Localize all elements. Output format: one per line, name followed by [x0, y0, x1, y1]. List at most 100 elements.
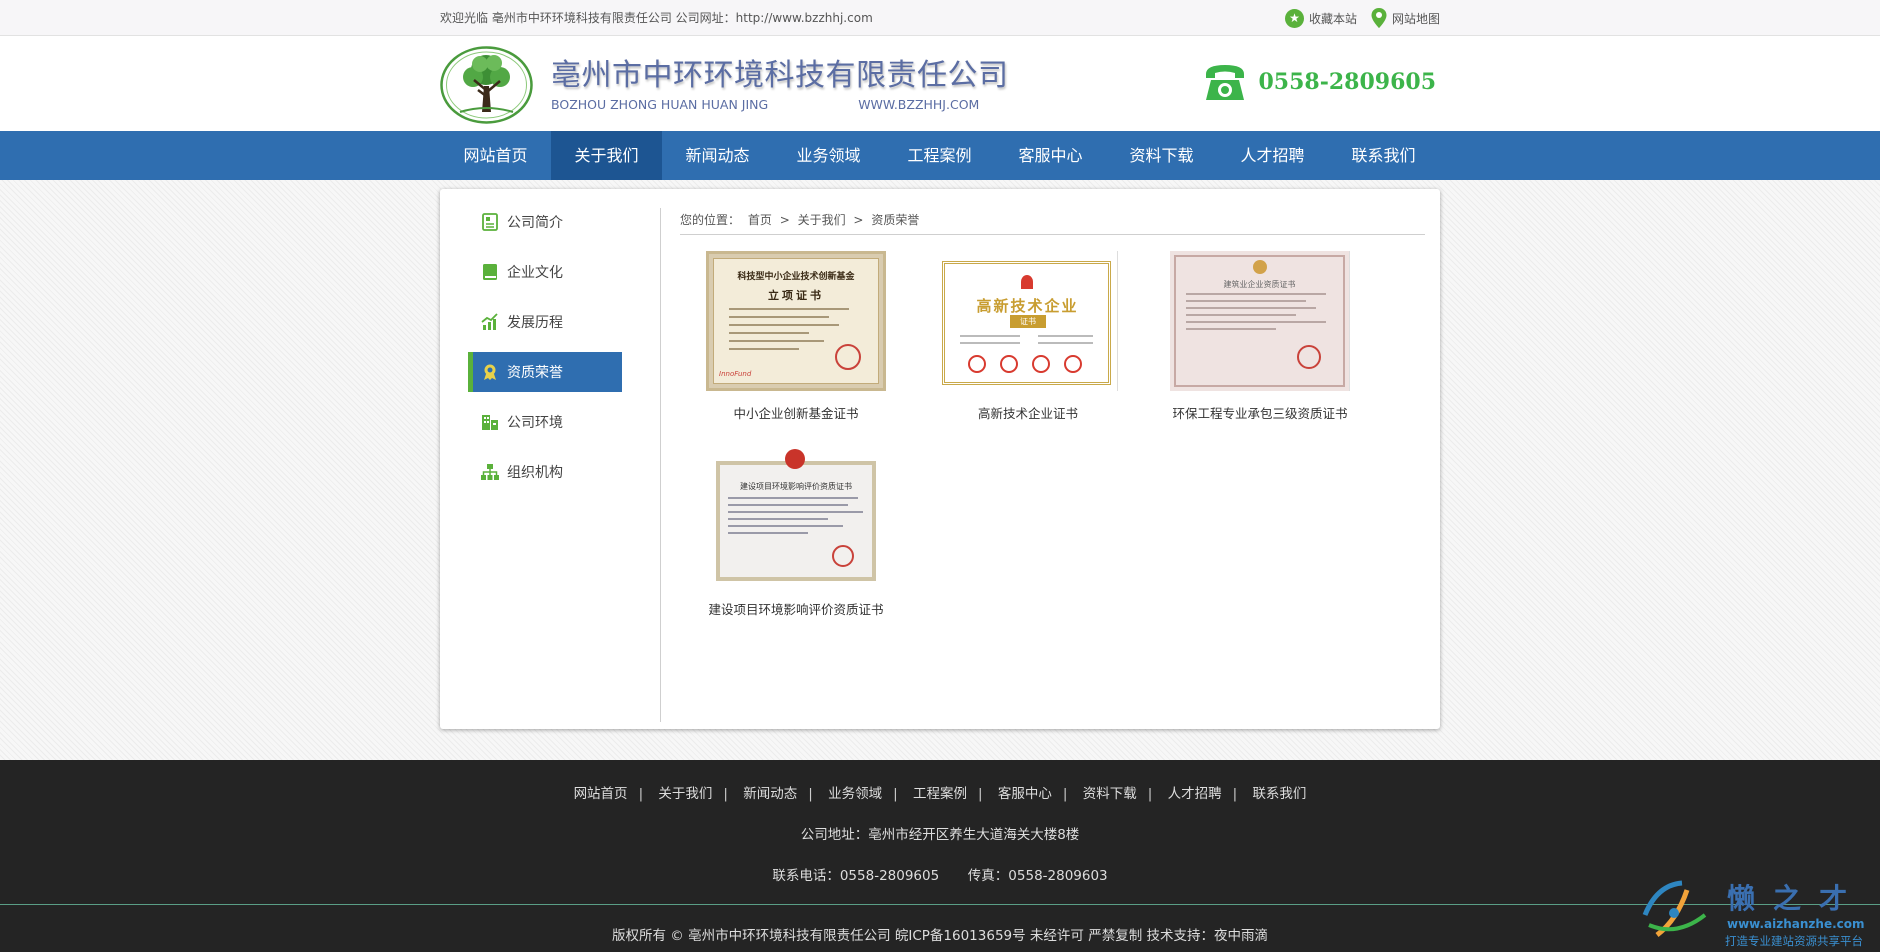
- sidebar-item-profile[interactable]: 公司简介: [468, 202, 622, 242]
- certificate-caption[interactable]: 环保工程专业承包三级资质证书: [1144, 403, 1376, 422]
- certificate-item[interactable]: 建筑业企业资质证书 环保工程专业承包三级资质证书: [1144, 251, 1376, 422]
- sitemap-link[interactable]: 网站地图: [1371, 8, 1440, 28]
- sidebar: 公司简介 企业文化 发展历程 资质荣誉 公司环境 组织机构: [468, 202, 622, 502]
- welcome-text: 欢迎光临 亳州市中环环境科技有限责任公司 公司网址：http://www.bzz…: [440, 11, 873, 25]
- certificate-image[interactable]: 建设项目环境影响评价资质证书: [706, 447, 886, 587]
- certificate-image[interactable]: 建筑业企业资质证书: [1170, 251, 1350, 391]
- emblem-icon: [1253, 260, 1267, 274]
- footer-phone: 联系电话：0558-2809605: [772, 868, 940, 884]
- star-icon: ★: [1284, 8, 1304, 28]
- footer-nav: 网站首页 | 关于我们 | 新闻动态 | 业务领域 | 工程案例 | 客服中心 | 资料下载…: [573, 786, 1307, 802]
- certificate-header: 建筑业企业资质证书: [1223, 280, 1296, 289]
- footer-link-careers[interactable]: 人才招聘: [1168, 786, 1222, 802]
- sidebar-divider: [660, 208, 661, 722]
- content-area: 您的位置： 首页 > 关于我们 > 资质荣誉 科技型中小企业技术创新基金 立项证…: [680, 211, 1425, 618]
- emblem-icon: [1021, 275, 1033, 289]
- watermark-url: www.aizhanzhe.com: [1727, 917, 1865, 931]
- footer-address: 公司地址：亳州市经开区养生大道海关大楼8楼: [800, 827, 1080, 843]
- breadcrumb-current: 资质荣誉: [871, 213, 920, 227]
- tree-logo-icon[interactable]: [440, 46, 533, 124]
- nav-service[interactable]: 客服中心: [995, 131, 1106, 180]
- footer-link-business[interactable]: 业务领域: [828, 786, 882, 802]
- certificate-header: 建设项目环境影响评价资质证书: [740, 482, 852, 491]
- breadcrumb-label: 您的位置：: [680, 213, 741, 227]
- footer-fax: 传真：0558-2809603: [967, 868, 1108, 884]
- footer-link-home[interactable]: 网站首页: [574, 786, 628, 802]
- certificate-caption[interactable]: 高新技术企业证书: [912, 403, 1144, 422]
- content-card: 公司简介 企业文化 发展历程 资质荣誉 公司环境 组织机构 您的位置： 首页 >…: [440, 189, 1440, 729]
- certificate-item[interactable]: 科技型中小企业技术创新基金 立项证书 InnoFund 中小企业创新基金证书: [680, 251, 912, 422]
- map-pin-icon: [1371, 8, 1387, 28]
- footer-link-about[interactable]: 关于我们: [658, 786, 712, 802]
- nav-business[interactable]: 业务领域: [773, 131, 884, 180]
- breadcrumb-separator: >: [853, 213, 864, 227]
- book-icon: [483, 264, 497, 280]
- emblem-icon: [785, 449, 805, 469]
- breadcrumb-parent[interactable]: 关于我们: [798, 213, 846, 227]
- nav-careers[interactable]: 人才招聘: [1217, 131, 1328, 180]
- footer-divider: [0, 904, 1880, 905]
- sidebar-item-label: 资质荣誉: [507, 365, 563, 381]
- footer-link-service[interactable]: 客服中心: [998, 786, 1052, 802]
- top-bar: 欢迎光临 亳州市中环环境科技有限责任公司 公司网址：http://www.bzz…: [0, 0, 1880, 36]
- footer-copyright: 版权所有 © 亳州市中环环境科技有限责任公司 皖ICP备16013659号 未经…: [611, 928, 1268, 944]
- nav-cases[interactable]: 工程案例: [884, 131, 995, 180]
- building-icon: [482, 415, 498, 430]
- certificate-item[interactable]: 高新技术企业 证书 高新技术企业证书: [912, 251, 1144, 422]
- org-chart-icon: [481, 464, 499, 480]
- footer-link-cases[interactable]: 工程案例: [913, 786, 967, 802]
- footer-contact: 联系电话：0558-2809605 传真：0558-2809603: [0, 864, 1880, 884]
- company-title: 亳州市中环环境科技有限责任公司: [551, 58, 1009, 93]
- sidebar-item-label: 公司环境: [507, 415, 563, 431]
- sidebar-item-label: 组织机构: [507, 465, 563, 481]
- site-header: 亳州市中环环境科技有限责任公司 BOZHOU ZHONG HUAN HUAN J…: [0, 36, 1880, 131]
- company-domain: WWW.BZZHHJ.COM: [858, 97, 980, 112]
- sidebar-item-culture[interactable]: 企业文化: [468, 252, 622, 292]
- main-nav: 网站首页 关于我们 新闻动态 业务领域 工程案例 客服中心 资料下载 人才招聘 …: [0, 131, 1880, 180]
- breadcrumb: 您的位置： 首页 > 关于我们 > 资质荣誉: [680, 211, 1425, 235]
- seal-icon: [832, 545, 854, 567]
- certificate-image[interactable]: 科技型中小企业技术创新基金 立项证书 InnoFund: [706, 251, 886, 391]
- certificate-header: 高新技术企业: [976, 297, 1079, 315]
- seal-icon: [1297, 345, 1321, 369]
- nav-contact[interactable]: 联系我们: [1328, 131, 1439, 180]
- site-footer: 网站首页 | 关于我们 | 新闻动态 | 业务领域 | 工程案例 | 客服中心 | 资料下载…: [0, 760, 1880, 952]
- company-subtitle: BOZHOU ZHONG HUAN HUAN JING WWW.BZZHHJ.C…: [551, 97, 979, 112]
- certificate-header: 科技型中小企业技术创新基金: [737, 272, 855, 282]
- award-icon: [484, 364, 496, 380]
- seal-icon: [835, 344, 861, 370]
- sidebar-item-honors[interactable]: 资质荣誉: [468, 352, 622, 392]
- sidebar-item-label: 发展历程: [507, 315, 563, 331]
- certificate-caption[interactable]: 中小企业创新基金证书: [680, 403, 912, 422]
- watermark-brand: 懒之才: [1727, 882, 1866, 915]
- certificate-image[interactable]: 高新技术企业 证书: [938, 251, 1118, 391]
- nav-downloads[interactable]: 资料下载: [1106, 131, 1217, 180]
- footer-link-downloads[interactable]: 资料下载: [1083, 786, 1137, 802]
- document-icon: [482, 213, 498, 231]
- sidebar-item-label: 公司简介: [507, 215, 563, 231]
- main-area: 公司简介 企业文化 发展历程 资质荣誉 公司环境 组织机构 您的位置： 首页 >…: [0, 180, 1880, 760]
- footer-link-contact[interactable]: 联系我们: [1252, 786, 1306, 802]
- breadcrumb-home[interactable]: 首页: [748, 213, 772, 227]
- footer-link-news[interactable]: 新闻动态: [743, 786, 797, 802]
- nav-home[interactable]: 网站首页: [440, 131, 551, 180]
- watermark-slogan: 打造专业建站资源共享平台: [1725, 934, 1863, 948]
- watermark-logo-icon: [1642, 880, 1707, 937]
- sidebar-item-label: 企业文化: [507, 265, 563, 281]
- certificate-item[interactable]: 建设项目环境影响评价资质证书 建设项目环境影响评价资质证书: [680, 447, 912, 618]
- favorite-link[interactable]: ★ 收藏本站: [1284, 8, 1357, 28]
- nav-news[interactable]: 新闻动态: [662, 131, 773, 180]
- certificate-title: 立项证书: [768, 289, 824, 302]
- company-pinyin: BOZHOU ZHONG HUAN HUAN JING: [551, 97, 769, 112]
- sidebar-item-history[interactable]: 发展历程: [468, 302, 622, 342]
- growth-chart-icon: [481, 313, 498, 330]
- favorite-label: 收藏本站: [1308, 11, 1357, 26]
- sidebar-item-environment[interactable]: 公司环境: [468, 402, 622, 442]
- breadcrumb-separator: >: [779, 213, 790, 227]
- certificate-grid: 科技型中小企业技术创新基金 立项证书 InnoFund 中小企业创新基金证书 高…: [680, 251, 1425, 618]
- nav-about[interactable]: 关于我们: [551, 131, 662, 180]
- sidebar-item-organization[interactable]: 组织机构: [468, 452, 622, 492]
- certificate-title: 证书: [1010, 315, 1046, 328]
- sitemap-label: 网站地图: [1391, 11, 1440, 26]
- certificate-caption[interactable]: 建设项目环境影响评价资质证书: [680, 599, 912, 618]
